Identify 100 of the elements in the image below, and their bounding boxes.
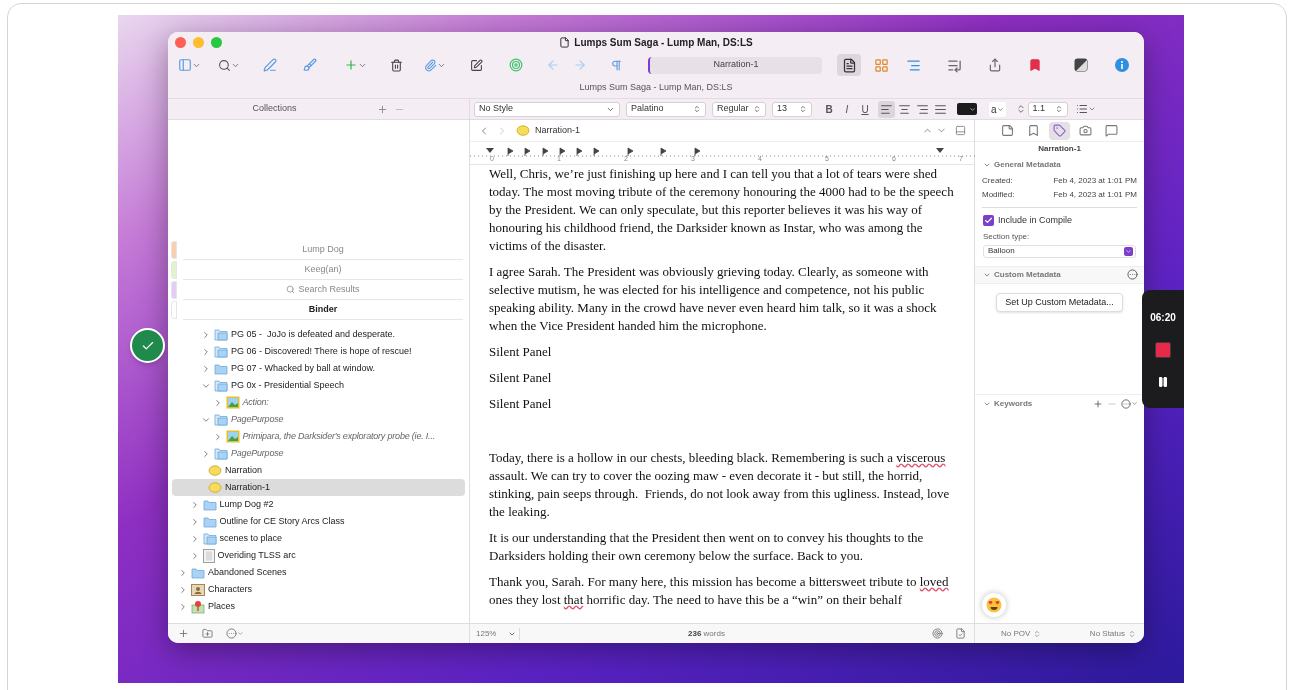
paragraph: Today, there is a hollow in our chests, bleeding black. Remembering is such a viscerous assault. We can try to cover the oozing maw - even decorate it - but still, the horrid, stinking, pain seeps through. Friends, do not look away from this ugliness. Instead, love the leaking. (489, 449, 951, 521)
text-style-button[interactable]: B (822, 101, 836, 117)
binder-item[interactable]: PG 05 - JoJo is defeated and desperate. (172, 326, 465, 343)
zoom-select[interactable]: 125% (476, 627, 520, 640)
list-button[interactable] (1075, 103, 1096, 115)
speech-balloon-icon (208, 481, 222, 494)
chevron-down-icon (996, 105, 1004, 113)
plus-icon[interactable] (376, 103, 388, 115)
bookmark-icon (1028, 58, 1042, 72)
pov-select[interactable]: No POV (1001, 627, 1042, 640)
line-spacing-icon (1015, 104, 1026, 114)
binder-item[interactable]: Overiding TLSS arc (172, 547, 465, 564)
pen-button[interactable] (263, 58, 279, 72)
paragraph: Silent Panel (489, 395, 553, 413)
check-button[interactable] (130, 328, 165, 363)
document-check-icon[interactable] (955, 628, 966, 639)
paperclip-icon (424, 58, 437, 72)
align-right-icon (916, 102, 929, 116)
align-button[interactable] (878, 100, 895, 118)
font-select[interactable]: Palatino (626, 101, 706, 117)
more-icon[interactable] (1121, 398, 1131, 409)
highlight-button[interactable]: a (989, 101, 1006, 117)
inspector-tab[interactable] (1049, 121, 1070, 140)
paragraph: It is our understanding that the President then went on to convey his thoughts to the Darksiders holding their own ceremony below the surface. Back to you. (489, 529, 925, 565)
collection-tab[interactable]: Lump Dog (183, 240, 463, 260)
paragraph: Well, Chris, we’re just finishing up here and I can tell you that a lot of tears were shed today. The most moving tribute of the ceremony honouring the 4000 had to be the speech by the President. We can only speculate, but this reporter believes it was his way of honouring his childhood friend, the Darksider known as Instar, who was among the victims of the disaster. (489, 165, 955, 255)
search-icon (218, 58, 231, 72)
binder-item[interactable]: Lump Dog #2 (172, 496, 465, 513)
folder-icon (202, 498, 217, 511)
line-spacing-select[interactable]: 1.1 (1027, 101, 1068, 117)
binder-item[interactable]: PagePurpose (172, 411, 465, 428)
text-color-button[interactable] (957, 103, 977, 115)
target-button[interactable] (509, 58, 525, 72)
heart-eyes-emoji-icon[interactable] (982, 593, 1006, 617)
align-left-icon (880, 102, 893, 116)
pause-icon[interactable] (1157, 376, 1169, 388)
stop-button[interactable] (1155, 342, 1171, 358)
collection-tab[interactable]: Search Results (183, 280, 463, 300)
inspector-title: Narration-1 (1038, 143, 1081, 155)
zoom-button[interactable] (211, 37, 222, 48)
bookmark-icon (1027, 124, 1040, 137)
binder-item[interactable]: Narration-1 (172, 479, 465, 496)
compose-button[interactable] (470, 58, 486, 72)
binder-item[interactable]: scenes to place (172, 530, 465, 547)
check-icon (984, 216, 993, 226)
item-label: Narration (225, 463, 262, 477)
binder-item[interactable]: Action: (172, 394, 465, 411)
stepper-icon (1054, 105, 1063, 113)
appearance-button[interactable] (1074, 58, 1090, 72)
speech-balloon-icon (208, 464, 222, 477)
item-label: Lump Dog #2 (219, 497, 274, 511)
size-select[interactable]: 13 (772, 101, 812, 117)
binder-item[interactable]: PG 07 - Whacked by ball at window. (172, 360, 465, 377)
custom-metadata-button[interactable]: Set Up Custom Metadata... (996, 292, 1123, 312)
item-label: Outline for CE Story Arcs Class (219, 514, 345, 528)
item-label: Action: (242, 395, 269, 409)
binder-item[interactable]: Narration (172, 462, 465, 479)
target-icon[interactable] (932, 628, 943, 639)
binder-item[interactable]: PG 0x - Presidential Speech (172, 377, 465, 394)
contrast-square-icon (1074, 58, 1088, 72)
brush-icon (303, 58, 317, 72)
stepper-icon (1128, 629, 1136, 638)
chevron-down-icon (983, 161, 991, 169)
metadata-label: Created: (982, 175, 1013, 187)
info-button[interactable] (1115, 58, 1131, 72)
collection-tab[interactable]: Keeg(an) (183, 260, 463, 280)
binder-item[interactable]: Characters (172, 581, 465, 598)
binder-item[interactable]: Outline for CE Story Arcs Class (172, 513, 465, 530)
more-icon[interactable] (1127, 269, 1138, 280)
binder-item[interactable]: Abandoned Scenes (172, 564, 465, 581)
folder-stack-icon (214, 447, 228, 460)
binder-item[interactable]: PagePurpose (172, 445, 465, 462)
binder-item[interactable]: PG 06 - Discovered! There is hope of rescue! (172, 343, 465, 360)
style-select[interactable]: No Style (474, 101, 620, 117)
include-checkbox[interactable] (983, 215, 994, 227)
folder-plus-icon[interactable] (202, 628, 213, 639)
binder-item[interactable]: Places (172, 598, 465, 615)
search-icon (286, 285, 296, 294)
weight-select[interactable]: Regular (712, 101, 766, 117)
more-icon[interactable] (226, 628, 237, 639)
section-type-select[interactable]: Balloon (983, 244, 1136, 258)
item-label: Narration-1 (225, 480, 271, 494)
close-button[interactable] (175, 37, 186, 48)
item-label: Primipara, the Darksider's exploratory probe (ie. I... (242, 429, 435, 443)
stepper-icon (693, 105, 701, 113)
brush-button[interactable] (303, 58, 319, 72)
text-style-button[interactable]: U (858, 101, 872, 117)
plus-icon[interactable] (1093, 398, 1103, 409)
folder-stack-icon (214, 413, 228, 426)
plus-icon[interactable] (178, 628, 189, 639)
binder-item[interactable]: Primipara, the Darksider's exploratory probe (ie. I... (172, 428, 465, 445)
view-mode-button[interactable] (837, 54, 861, 76)
split-view-icon[interactable] (955, 125, 966, 136)
lines-icon (905, 57, 921, 73)
text-style-button[interactable]: I (840, 101, 854, 117)
metadata-value: Feb 4, 2023 at 1:01 PM (1053, 175, 1137, 187)
window-title: Lumps Sum Saga - Lump Man, DS:LS (574, 35, 753, 50)
collection-tab[interactable]: Binder (183, 300, 463, 320)
status-select[interactable]: No Status (1089, 627, 1136, 640)
metadata-label: Modified: (982, 189, 1015, 201)
